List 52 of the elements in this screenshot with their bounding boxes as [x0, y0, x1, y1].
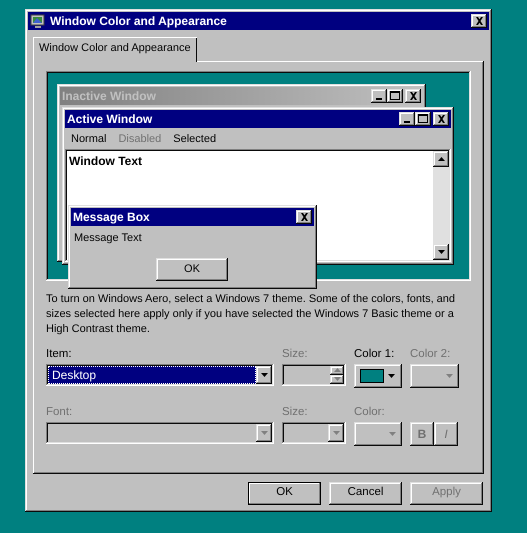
field-label: Color: — [354, 404, 386, 420]
color-swatch — [360, 368, 384, 382]
maximize-icon — [390, 91, 400, 100]
color-picker-button[interactable] — [354, 364, 402, 388]
scroll-up-button[interactable] — [433, 150, 449, 166]
close-icon — [474, 17, 484, 25]
message-text: Message Text — [73, 230, 143, 246]
ok-button[interactable]: OK — [156, 258, 228, 281]
minimize-icon — [404, 120, 410, 122]
close-button[interactable] — [433, 112, 449, 126]
monitor-icon — [30, 14, 46, 28]
dropdown-arrow-icon — [260, 430, 268, 434]
scroll-down-button[interactable] — [433, 244, 449, 260]
dialog-button[interactable]: OK — [248, 482, 321, 504]
minimize-icon — [376, 98, 382, 100]
window-title: Window Color and Appearance — [50, 13, 227, 30]
scrollbar[interactable] — [433, 150, 449, 260]
maximize-button[interactable] — [415, 112, 431, 126]
tab[interactable]: Window Color and Appearance — [33, 37, 197, 62]
close-icon — [408, 92, 418, 100]
dropdown-arrow-icon — [260, 372, 268, 376]
window-title: Active Window — [67, 110, 152, 128]
up-arrow-icon — [334, 368, 340, 372]
item-dropdown[interactable]: Desktop — [46, 364, 274, 386]
menu-item[interactable]: Selected — [173, 130, 216, 147]
maximize-icon — [418, 114, 428, 123]
up-arrow-icon — [438, 156, 444, 160]
window-text: Window Text — [69, 154, 142, 168]
minimize-button[interactable] — [399, 112, 415, 126]
dropdown-arrow-icon — [332, 430, 340, 434]
field-label: Size: — [282, 346, 309, 362]
field-label: Size: — [282, 404, 309, 420]
close-icon — [436, 114, 446, 122]
dropdown-arrow-icon — [388, 374, 395, 378]
field-label: Font: — [46, 404, 74, 420]
field-label: Color 1: — [354, 346, 396, 362]
description-text: To turn on Windows Aero, select a Windows 7 theme. Some of the colors, fonts, and sizes selected here apply only if you have selected the Windows 7 Basic theme or a High Contrast theme. — [46, 292, 456, 336]
close-button[interactable] — [405, 88, 421, 102]
dropdown-arrow-icon — [389, 432, 396, 436]
down-arrow-icon — [334, 377, 340, 381]
dropdown-arrow-icon — [446, 374, 453, 378]
field-label: Color 2: — [410, 346, 452, 362]
close-icon — [300, 212, 308, 220]
minimize-button[interactable] — [371, 88, 387, 102]
dialog-button[interactable]: Cancel — [329, 482, 402, 504]
close-button[interactable] — [471, 14, 487, 28]
menu-item[interactable]: Normal — [71, 130, 106, 147]
field-label: Item: — [46, 346, 73, 362]
window-title: Message Box — [73, 208, 150, 226]
close-button[interactable] — [296, 210, 312, 224]
maximize-button[interactable] — [387, 88, 403, 102]
down-arrow-icon — [438, 250, 444, 254]
